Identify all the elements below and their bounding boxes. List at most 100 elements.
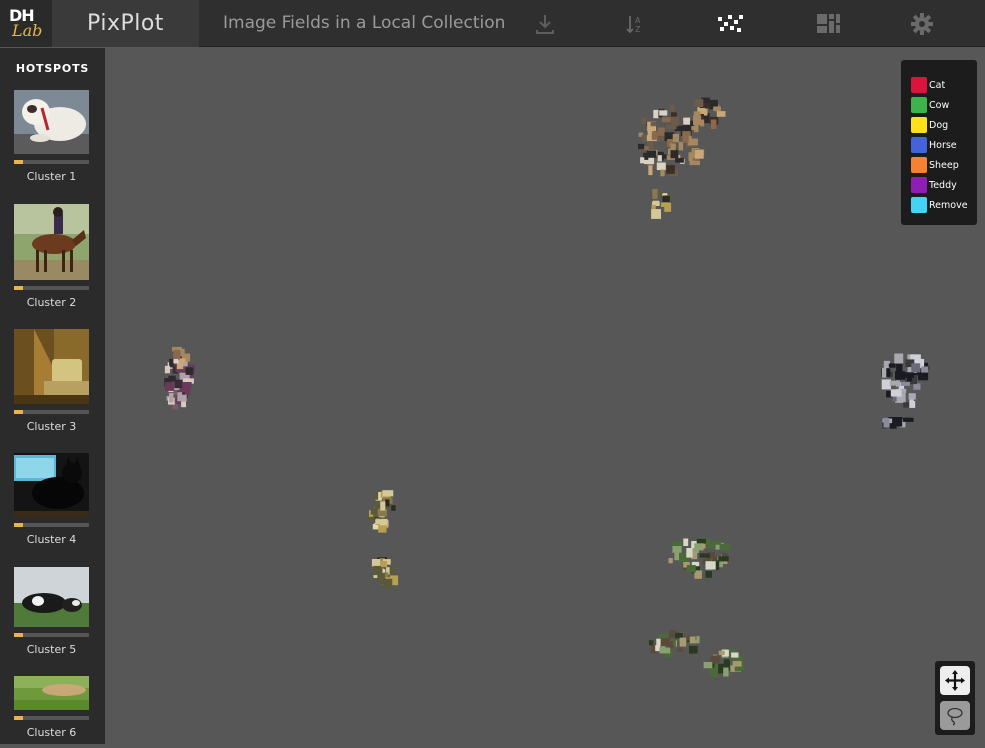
hotspot-cluster-1[interactable]: Cluster 1	[14, 90, 90, 183]
image-thumbnail[interactable]	[164, 365, 170, 374]
hotspot-thumbnail[interactable]	[14, 329, 89, 404]
image-thumbnail[interactable]	[718, 556, 729, 562]
image-thumbnail[interactable]	[657, 136, 666, 142]
image-thumbnail[interactable]	[913, 383, 921, 390]
image-thumbnail[interactable]	[375, 519, 381, 524]
image-thumbnail[interactable]	[889, 380, 898, 386]
image-thumbnail[interactable]	[703, 662, 713, 669]
image-thumbnail[interactable]	[661, 117, 671, 123]
image-thumbnail[interactable]	[660, 169, 665, 177]
image-thumbnail[interactable]	[908, 393, 916, 400]
image-thumbnail[interactable]	[175, 380, 183, 388]
legend-swatch[interactable]	[911, 77, 927, 93]
image-thumbnail[interactable]	[705, 571, 713, 578]
image-thumbnail[interactable]	[718, 650, 725, 656]
image-thumbnail[interactable]	[688, 152, 693, 161]
image-thumbnail[interactable]	[180, 348, 185, 357]
image-thumbnail[interactable]	[694, 149, 704, 159]
image-thumbnail[interactable]	[683, 538, 689, 547]
image-thumbnail[interactable]	[888, 363, 896, 368]
image-thumbnail[interactable]	[651, 209, 661, 219]
image-thumbnail[interactable]	[641, 134, 647, 142]
hotspot-thumbnail[interactable]	[14, 90, 89, 154]
hotspot-cluster-4[interactable]: Cluster 4	[14, 453, 90, 546]
image-thumbnail[interactable]	[699, 553, 710, 558]
image-thumbnail[interactable]	[881, 367, 887, 378]
image-thumbnail[interactable]	[656, 162, 666, 171]
image-thumbnail[interactable]	[661, 202, 670, 207]
legend-item-sheep[interactable]: Sheep	[911, 155, 977, 175]
legend-item-teddy[interactable]: Teddy	[911, 175, 977, 195]
legend-swatch[interactable]	[911, 157, 927, 173]
image-thumbnail[interactable]	[712, 556, 718, 561]
hotspot-cluster-3[interactable]: Cluster 3	[14, 329, 90, 433]
scatter-layout-icon[interactable]	[716, 10, 744, 38]
image-thumbnail[interactable]	[385, 499, 390, 507]
hotspot-cluster-5[interactable]: Cluster 5	[14, 567, 90, 656]
image-thumbnail[interactable]	[165, 382, 175, 391]
image-thumbnail[interactable]	[686, 565, 696, 573]
legend-item-horse[interactable]: Horse	[911, 135, 977, 155]
image-thumbnail[interactable]	[894, 353, 904, 364]
legend-swatch[interactable]	[911, 117, 927, 133]
image-thumbnail[interactable]	[911, 363, 921, 373]
image-thumbnail[interactable]	[897, 417, 903, 427]
settings-icon[interactable]	[908, 10, 936, 38]
image-thumbnail[interactable]	[895, 371, 906, 380]
image-thumbnail[interactable]	[689, 160, 701, 166]
image-thumbnail[interactable]	[716, 111, 726, 117]
image-thumbnail[interactable]	[910, 354, 921, 360]
image-thumbnail[interactable]	[666, 165, 675, 174]
image-thumbnail[interactable]	[389, 567, 396, 575]
image-thumbnail[interactable]	[694, 123, 699, 133]
image-thumbnail[interactable]	[374, 491, 379, 500]
image-thumbnail[interactable]	[679, 637, 687, 647]
image-thumbnail[interactable]	[640, 157, 645, 164]
image-thumbnail[interactable]	[705, 561, 716, 570]
image-thumbnail[interactable]	[689, 636, 696, 644]
image-thumbnail[interactable]	[724, 659, 730, 667]
image-thumbnail[interactable]	[659, 647, 671, 654]
image-thumbnail[interactable]	[706, 542, 716, 549]
image-thumbnail[interactable]	[382, 490, 394, 497]
image-thumbnail[interactable]	[677, 647, 683, 652]
image-thumbnail[interactable]	[713, 106, 721, 111]
hotspot-thumbnail[interactable]	[14, 453, 89, 517]
image-thumbnail[interactable]	[719, 543, 731, 550]
image-thumbnail[interactable]	[659, 110, 668, 116]
image-thumbnail[interactable]	[678, 141, 684, 151]
image-thumbnail[interactable]	[921, 366, 929, 373]
pan-mode-button[interactable]	[940, 666, 970, 695]
hotspot-cluster-2[interactable]: Cluster 2	[14, 204, 90, 309]
image-thumbnail[interactable]	[732, 661, 742, 667]
image-thumbnail[interactable]	[182, 382, 192, 389]
image-thumbnail[interactable]	[181, 394, 187, 402]
download-icon[interactable]	[531, 10, 559, 38]
image-thumbnail[interactable]	[652, 189, 658, 199]
image-thumbnail[interactable]	[380, 518, 388, 526]
image-clusters-svg[interactable]	[105, 48, 985, 744]
image-thumbnail[interactable]	[896, 363, 903, 372]
grid-layout-icon[interactable]	[814, 10, 842, 38]
image-thumbnail[interactable]	[657, 127, 665, 136]
image-thumbnail[interactable]	[373, 565, 383, 576]
lasso-mode-button[interactable]	[940, 701, 970, 730]
hotspot-cluster-6[interactable]: Cluster 6	[14, 676, 90, 739]
image-thumbnail[interactable]	[650, 121, 657, 127]
image-thumbnail[interactable]	[370, 508, 378, 515]
image-thumbnail[interactable]	[675, 158, 684, 163]
app-name[interactable]: PixPlot	[52, 0, 199, 47]
image-thumbnail[interactable]	[693, 111, 701, 121]
image-thumbnail[interactable]	[889, 423, 897, 429]
image-thumbnail[interactable]	[666, 124, 677, 130]
image-thumbnail[interactable]	[701, 543, 706, 549]
image-thumbnail[interactable]	[723, 667, 729, 677]
image-thumbnail[interactable]	[380, 501, 386, 511]
image-thumbnail[interactable]	[668, 558, 673, 564]
image-thumbnail[interactable]	[185, 367, 194, 375]
legend-item-cat[interactable]: Cat	[911, 75, 977, 95]
sort-icon[interactable]: A Z	[621, 10, 649, 38]
hotspot-thumbnail[interactable]	[14, 676, 89, 710]
image-thumbnail[interactable]	[670, 150, 679, 159]
image-thumbnail[interactable]	[881, 379, 891, 390]
